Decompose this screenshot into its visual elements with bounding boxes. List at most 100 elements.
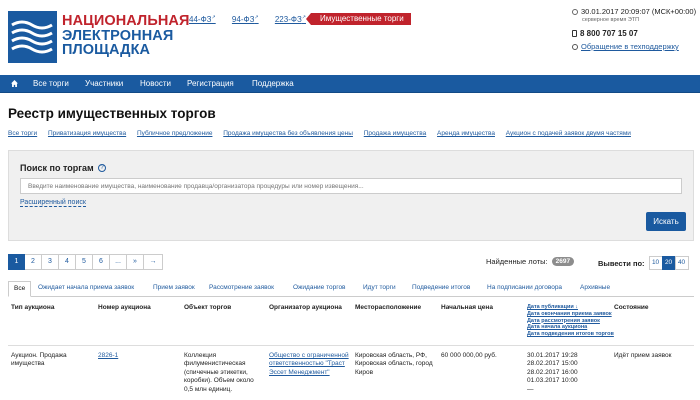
tab-reviewing-applications[interactable]: Рассмотрение заявок — [209, 281, 274, 297]
logo-emblem[interactable] — [8, 11, 57, 63]
page-button-2[interactable]: 2 — [25, 254, 42, 270]
law-link-44-label: 44-ФЗ — [189, 14, 212, 24]
subnav-all[interactable]: Все торги — [8, 130, 37, 137]
per-page-10[interactable]: 10 — [648, 256, 663, 270]
table-divider — [8, 345, 694, 346]
nav-item-news[interactable]: Новости — [140, 75, 171, 93]
nav-item-registration[interactable]: Регистрация — [187, 75, 234, 93]
law-links: 44-ФЗ↗ 94-ФЗ↗ 223-ФЗ↗ — [189, 14, 320, 24]
cell-price: 60 000 000,00 руб. — [441, 352, 497, 359]
date-sort-links: Дата публикации ↓ Дата окончания приема … — [527, 304, 614, 338]
category-subnav: Все торги Приватизация имущества Публичн… — [8, 130, 640, 137]
search-button[interactable]: Искать — [646, 212, 686, 231]
cell-number: 2826-1 — [98, 352, 118, 360]
status-tabs: Все Ожидает начала приема заявок Прием з… — [8, 281, 694, 297]
tab-all[interactable]: Все — [8, 281, 32, 297]
col-header-number[interactable]: Номер аукциона — [98, 304, 151, 311]
phone-row: 8 800 707 15 07 — [572, 29, 697, 38]
page-button-6[interactable]: 6 — [93, 254, 110, 270]
page-next-button[interactable]: → — [144, 254, 163, 270]
main-nav: Все торги Участники Новости Регистрация … — [0, 75, 700, 93]
col-header-object[interactable]: Объект торгов — [184, 304, 231, 311]
advanced-search-link[interactable]: Расширенный поиск — [20, 199, 86, 207]
subnav-two-part-auction[interactable]: Аукцион с подачей заявок двумя частями — [506, 130, 631, 137]
per-page-20[interactable]: 20 — [661, 256, 676, 270]
phone-number: 8 800 707 15 07 — [580, 29, 638, 38]
search-title: Поиск по торгам — [20, 163, 94, 173]
nav-item-support[interactable]: Поддержка — [252, 75, 294, 93]
search-panel: Поиск по торгам ? Расширенный поиск Иска… — [8, 150, 694, 241]
cell-organizer: Общество с ограниченной ответственностью… — [269, 352, 351, 377]
clock-icon — [572, 8, 578, 15]
tab-auction-in-progress[interactable]: Идут торги — [363, 281, 396, 297]
home-icon[interactable] — [11, 80, 18, 87]
sort-review-date[interactable]: Дата рассмотрения заявок — [527, 318, 614, 325]
col-header-price[interactable]: Начальная цена — [441, 304, 493, 311]
tab-accepting-applications[interactable]: Прием заявок — [153, 281, 195, 297]
page-button-1[interactable]: 1 — [8, 254, 25, 270]
subnav-lease[interactable]: Аренда имущества — [437, 130, 495, 137]
law-link-94[interactable]: 94-ФЗ↗ — [232, 14, 259, 24]
page-ellipsis[interactable]: ... — [110, 254, 127, 270]
page-button-3[interactable]: 3 — [42, 254, 59, 270]
law-link-223-label: 223-ФЗ — [274, 14, 302, 24]
tab-summarizing[interactable]: Подведение итогов — [412, 281, 470, 297]
col-header-state[interactable]: Состояние — [614, 304, 649, 311]
help-icon[interactable]: ? — [98, 164, 106, 172]
col-header-location[interactable]: Месторасположение — [355, 304, 421, 311]
logo-line-2: ЭЛЕКТРОННАЯ — [62, 27, 174, 44]
subnav-sale[interactable]: Продажа имущества — [364, 130, 426, 137]
date-application-end: 28.02.2017 15:00 — [527, 360, 578, 368]
tab-contract-signing[interactable]: На подписании договора — [487, 281, 562, 297]
subnav-privatization[interactable]: Приватизация имущества — [48, 130, 126, 137]
sort-publication-date[interactable]: Дата публикации ↓ — [527, 304, 614, 311]
logo-text[interactable]: НАЦИОНАЛЬНАЯ ЭЛЕКТРОННАЯ ПЛОЩАДКА — [62, 14, 190, 58]
subnav-public-offer[interactable]: Публичное предложение — [137, 130, 212, 137]
law-link-223[interactable]: 223-ФЗ↗ — [274, 14, 306, 24]
found-lots-label: Найденные лоты: — [486, 257, 548, 266]
date-publication: 30.01.2017 19:28 — [527, 352, 578, 359]
date-results: — — [527, 385, 534, 393]
per-page-selector: Вывести по: 10 20 40 — [598, 256, 689, 270]
found-lots: Найденные лоты: 2697 — [486, 257, 575, 266]
external-link-icon: ↗ — [254, 14, 259, 20]
organizer-link[interactable]: Общество с ограниченной ответственностью… — [269, 352, 349, 376]
page-button-4[interactable]: 4 — [59, 254, 76, 270]
page-button-5[interactable]: 5 — [76, 254, 93, 270]
server-time-label: серверное время ЭТП — [582, 17, 640, 23]
sort-application-end-date[interactable]: Дата окончания приема заявок — [527, 311, 614, 318]
col-header-organizer[interactable]: Организатор аукциона — [269, 304, 342, 311]
sort-auction-start-date[interactable]: Дата начала аукциона — [527, 324, 614, 331]
search-input[interactable] — [20, 178, 682, 194]
nav-item-participants[interactable]: Участники — [85, 75, 123, 93]
cell-location: Кировская область, РФ, Кировская область… — [355, 352, 433, 376]
page-title: Реестр имущественных торгов — [8, 106, 216, 121]
pagination: 1 2 3 4 5 6 ... » → — [8, 254, 163, 270]
sort-results-date[interactable]: Дата подведения итогов торгов — [527, 331, 614, 338]
subnav-sale-no-price[interactable]: Продажа имущества без объявления цены — [223, 130, 353, 137]
external-link-icon: ↗ — [211, 14, 216, 20]
support-row: Обращение в техподдержку — [572, 42, 697, 51]
col-header-type[interactable]: Тип аукциона — [11, 304, 54, 311]
tab-archive[interactable]: Архивные — [580, 281, 610, 297]
found-lots-count: 2697 — [551, 257, 575, 266]
cell-dates: 30.01.2017 19:28 28.02.2017 15:00 28.02.… — [527, 352, 578, 394]
logo-line-1: НАЦИОНАЛЬНАЯ — [62, 13, 190, 29]
auction-number-link[interactable]: 2826-1 — [98, 352, 118, 359]
support-icon — [572, 43, 578, 50]
cell-state: Идёт прием заявок — [614, 352, 672, 359]
per-page-label: Вывести по: — [598, 258, 645, 268]
nav-item-all-auctions[interactable]: Все торги — [33, 75, 69, 93]
active-section-badge[interactable]: Имущественные торги — [306, 13, 411, 25]
current-datetime: 30.01.2017 20:09:07 (МСК+00:00) — [581, 7, 697, 16]
datetime-row: 30.01.2017 20:09:07 (МСК+00:00) — [572, 7, 697, 16]
per-page-40[interactable]: 40 — [674, 256, 689, 270]
cell-type: Аукцион. Продажа имущества — [11, 352, 67, 368]
law-link-44[interactable]: 44-ФЗ↗ — [189, 14, 216, 24]
tab-awaiting-auction[interactable]: Ожидание торгов — [293, 281, 346, 297]
cell-object: Коллекция филумениcтическая (спичечные э… — [184, 352, 254, 393]
page-last-button[interactable]: » — [127, 254, 144, 270]
support-link[interactable]: Обращение в техподдержку — [581, 42, 679, 51]
tab-awaiting-applications[interactable]: Ожидает начала приема заявок — [38, 281, 134, 297]
date-auction-start: 01.03.2017 10:00 — [527, 377, 578, 385]
